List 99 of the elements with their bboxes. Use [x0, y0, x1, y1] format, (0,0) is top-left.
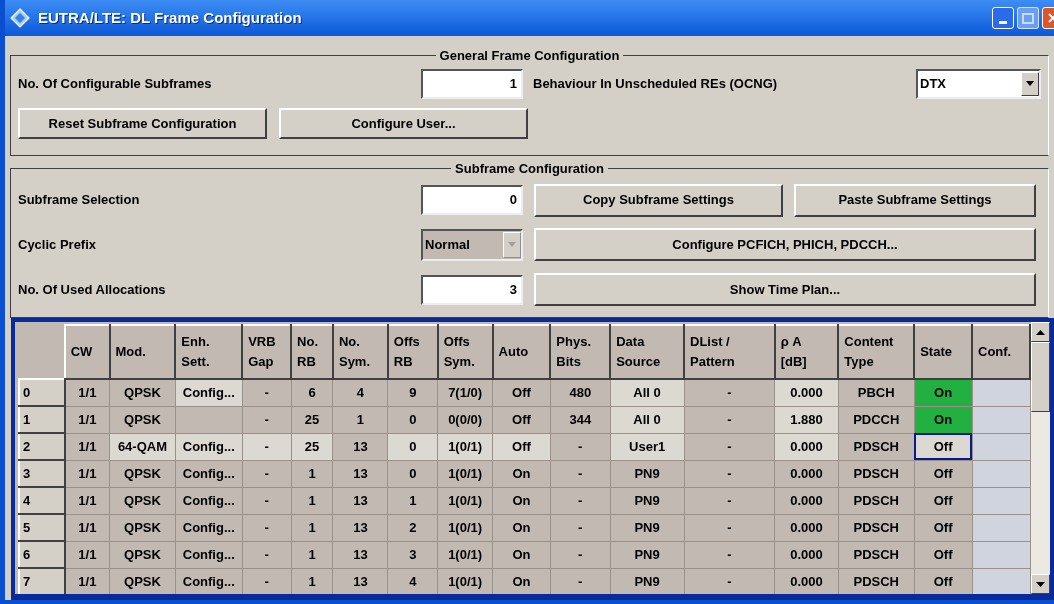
table-cell[interactable]: PDSCH [838, 514, 915, 541]
field-label: Subframe Selection [18, 191, 141, 210]
subframes-count-field[interactable]: 1 [421, 68, 523, 99]
subframe-selection-field[interactable]: 0 [421, 185, 523, 216]
table-cell[interactable]: PDCCH [838, 406, 915, 433]
table-cell[interactable]: QPSK [109, 541, 176, 568]
paste-subframe-button[interactable]: Paste Subframe Settings [794, 183, 1036, 217]
table-cell[interactable]: Config... [175, 541, 243, 568]
table-cell[interactable]: - [684, 514, 775, 541]
field-label: Behaviour In Unscheduled REs (OCNG) [533, 74, 779, 93]
field-label: Cyclic Prefix [18, 235, 98, 254]
table-cell[interactable]: PDSCH [838, 541, 915, 568]
table-cell[interactable]: 64-QAM [109, 433, 176, 460]
table-cell[interactable]: Config... [175, 514, 243, 541]
used-allocations-field[interactable]: 3 [421, 274, 523, 305]
table-cell[interactable]: - [684, 433, 775, 460]
table-cell[interactable]: - [684, 460, 775, 487]
column-header[interactable]: ρ A [dB] [774, 325, 839, 379]
table-cell[interactable]: - [684, 379, 775, 406]
group-title: Subframe Configuration [454, 159, 605, 178]
table-cell[interactable]: Config... [175, 433, 243, 460]
row-header[interactable]: 4 [19, 487, 65, 514]
column-header[interactable]: Mod. [109, 325, 176, 379]
table-cell[interactable]: 0.000 [774, 433, 839, 460]
column-header[interactable]: VRB Gap [242, 325, 292, 379]
vertical-scrollbar[interactable] [1031, 322, 1050, 594]
row-header[interactable]: 6 [19, 541, 65, 568]
table-cell[interactable]: PN9 [610, 541, 684, 568]
table-cell[interactable]: All 0 [610, 406, 684, 433]
column-header[interactable]: CW [64, 325, 110, 379]
table-cell[interactable]: - [684, 487, 775, 514]
table-cell[interactable]: QPSK [109, 379, 176, 406]
row-header[interactable]: 1 [19, 406, 65, 433]
table-cell[interactable]: PN9 [610, 487, 684, 514]
minimize-icon [999, 21, 1007, 24]
column-header[interactable]: Conf. [972, 325, 1030, 379]
column-header[interactable]: Offs RB [387, 325, 438, 379]
table-cell[interactable]: 0.000 [774, 541, 839, 568]
reset-subframe-button[interactable]: Reset Subframe Configuration [18, 108, 267, 139]
table-cell[interactable]: PN9 [610, 460, 684, 487]
table-cell[interactable]: - [684, 406, 775, 433]
field-label: No. Of Used Allocations [18, 280, 167, 299]
table-cell[interactable]: Config... [175, 379, 243, 406]
table-cell[interactable]: All 0 [610, 379, 684, 406]
column-header[interactable]: State [914, 325, 972, 379]
scroll-down-button[interactable] [1031, 574, 1050, 594]
up-arrow-icon [1036, 329, 1045, 335]
table-cell[interactable]: QPSK [109, 406, 176, 433]
table-cell[interactable]: - [684, 541, 775, 568]
group-title: General Frame Configuration [438, 47, 621, 65]
table-cell[interactable]: Config... [175, 460, 243, 487]
table-cell[interactable]: Config... [175, 487, 243, 514]
row-header[interactable]: 0 [19, 379, 65, 406]
configure-pcfich-button[interactable]: Configure PCFICH, PHICH, PDCCH... [534, 228, 1036, 262]
table-cell[interactable]: PN9 [610, 514, 684, 541]
scroll-thumb[interactable] [1031, 342, 1050, 412]
table-cell[interactable]: PDSCH [838, 460, 915, 487]
copy-subframe-button[interactable]: Copy Subframe Settings [534, 183, 783, 217]
configure-user-button[interactable]: Configure User... [279, 108, 528, 139]
table-cell[interactable]: 0.000 [774, 460, 839, 487]
table-cell[interactable]: User1 [610, 433, 684, 460]
table-cell[interactable]: PN9 [610, 568, 684, 594]
row-header[interactable]: 3 [19, 460, 65, 487]
row-header[interactable]: 5 [19, 514, 65, 541]
table-cell[interactable]: PDSCH [838, 568, 915, 594]
scroll-up-button[interactable] [1031, 322, 1050, 342]
table-cell[interactable]: 0.000 [774, 514, 839, 541]
table-cell[interactable]: - [684, 568, 775, 594]
table-cell[interactable]: PDSCH [838, 433, 915, 460]
ocng-dropdown[interactable]: DTX [916, 68, 1041, 99]
column-header[interactable]: No. Sym. [332, 325, 388, 379]
column-header[interactable]: No. RB [291, 325, 333, 379]
down-arrow-icon [1036, 581, 1045, 587]
table-cell[interactable]: QPSK [109, 514, 176, 541]
row-header[interactable]: 2 [19, 433, 65, 460]
window-title: EUTRA/LTE: DL Frame Configuration [38, 7, 302, 28]
column-header[interactable]: Data Source [610, 325, 684, 379]
row-header[interactable]: 7 [19, 568, 65, 594]
state-cell[interactable]: Off [914, 433, 972, 460]
table-cell[interactable]: 0.000 [774, 487, 839, 514]
column-header[interactable]: Enh. Sett. [175, 325, 243, 379]
column-header[interactable]: Phys. Bits [550, 325, 611, 379]
maximize-icon [1022, 12, 1034, 24]
maximize-button[interactable] [1017, 7, 1039, 29]
table-cell[interactable]: 0.000 [774, 379, 839, 406]
table-cell[interactable]: 1.880 [774, 406, 839, 433]
field-label: No. Of Configurable Subframes [18, 74, 213, 93]
column-header[interactable]: Offs Sym. [437, 325, 493, 379]
table-cell[interactable]: PBCH [838, 379, 915, 406]
column-header[interactable]: Auto [492, 325, 551, 379]
diamond-logo-icon [10, 8, 30, 28]
minimize-button[interactable] [992, 7, 1014, 29]
show-time-plan-button[interactable]: Show Time Plan... [534, 273, 1036, 307]
table-cell[interactable] [175, 406, 243, 433]
column-header[interactable]: DList / Pattern [684, 325, 775, 379]
table-cell[interactable]: QPSK [109, 487, 176, 514]
column-header[interactable]: Content Type [838, 325, 915, 379]
table-cell[interactable]: QPSK [109, 460, 176, 487]
table-cell[interactable]: PDSCH [838, 487, 915, 514]
